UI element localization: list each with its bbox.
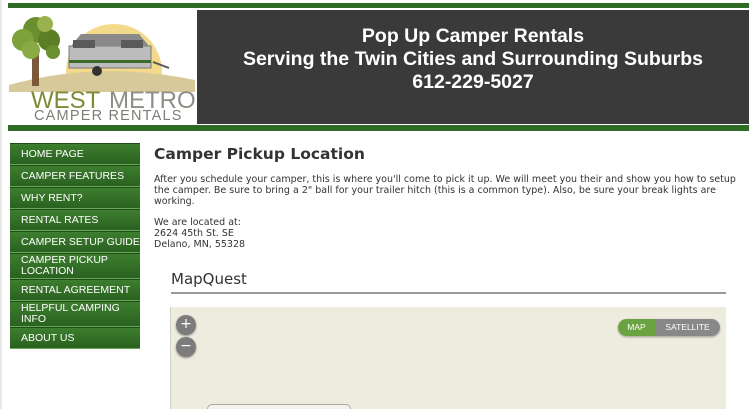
page-title: Camper Pickup Location — [154, 145, 365, 163]
site-logo[interactable]: WEST METRO CAMPER RENTALS — [9, 10, 195, 124]
satellite-view-button[interactable]: SATELLITE — [655, 319, 720, 336]
map-type-toggle: MAP SATELLITE — [618, 319, 720, 336]
sidebar-item-about-us[interactable]: ABOUT US — [10, 327, 140, 349]
sidebar-item-label: ABOUT US — [21, 331, 75, 344]
map-road-label — [207, 404, 351, 409]
sidebar-item-camper-setup-guide[interactable]: CAMPER SETUP GUIDE — [10, 231, 140, 253]
sidebar-item-label: CAMPER PICKUP LOCATION — [21, 254, 108, 277]
top-green-bar — [8, 3, 749, 8]
page: WEST METRO CAMPER RENTALS Pop Up Camper … — [0, 0, 756, 409]
logo-subtitle: CAMPER RENTALS — [34, 108, 183, 124]
sidebar-item-label: CAMPER FEATURES — [21, 169, 125, 182]
map-heading: MapQuest — [171, 270, 247, 288]
sidebar-item-camper-features[interactable]: CAMPER FEATURES — [10, 165, 140, 187]
sidebar-item-label: WHY RENT? — [21, 191, 83, 204]
map-view-button[interactable]: MAP — [618, 319, 655, 336]
sidebar-item-home-page[interactable]: HOME PAGE — [10, 143, 140, 165]
map-widget[interactable]: + − MAP SATELLITE — [170, 307, 726, 409]
sidebar-item-label: HOME PAGE — [21, 147, 84, 160]
map-heading-rule — [171, 292, 726, 294]
page-left-border — [0, 0, 2, 409]
logo-graphic — [9, 16, 195, 92]
address-street: 2624 45th St. SE — [154, 228, 234, 239]
camper-wheel-icon — [92, 66, 102, 76]
header-tagline: Serving the Twin Cities and Surrounding … — [242, 48, 704, 70]
sidebar-item-label: CAMPER SETUP GUIDE — [21, 235, 140, 248]
sidebar-item-label: RENTAL AGREEMENT — [21, 283, 131, 296]
sidebar-item-label: HELPFUL CAMPING INFO — [21, 302, 120, 325]
main-content: Camper Pickup Location After you schedul… — [154, 143, 744, 250]
site-header: Pop Up Camper Rentals Serving the Twin C… — [197, 10, 749, 124]
sidebar-item-rental-rates[interactable]: RENTAL RATES — [10, 209, 140, 231]
located-label: We are located at: — [154, 217, 241, 228]
zoom-out-button[interactable]: − — [176, 337, 196, 357]
sidebar-item-helpful-camping-info[interactable]: HELPFUL CAMPING INFO — [10, 301, 140, 327]
sidebar-item-camper-pickup-location[interactable]: CAMPER PICKUP LOCATION — [10, 253, 140, 279]
address-block: We are located at: 2624 45th St. SE Dela… — [154, 217, 744, 250]
pickup-instructions: After you schedule your camper, this is … — [154, 174, 736, 207]
camper-body — [68, 45, 152, 69]
address-city: Delano, MN, 55328 — [154, 239, 246, 250]
sidebar-item-rental-agreement[interactable]: RENTAL AGREEMENT — [10, 279, 140, 301]
sidebar-item-label: RENTAL RATES — [21, 213, 99, 226]
tree-trunk — [32, 54, 39, 86]
zoom-in-button[interactable]: + — [176, 315, 196, 335]
header-phone: 612-229-5027 — [412, 71, 534, 93]
sidebar-item-why-rent[interactable]: WHY RENT? — [10, 187, 140, 209]
header-title: Pop Up Camper Rentals — [361, 25, 585, 47]
sidebar-nav: HOME PAGE CAMPER FEATURES WHY RENT? RENT… — [10, 143, 140, 349]
header-bottom-green-bar — [8, 125, 749, 131]
